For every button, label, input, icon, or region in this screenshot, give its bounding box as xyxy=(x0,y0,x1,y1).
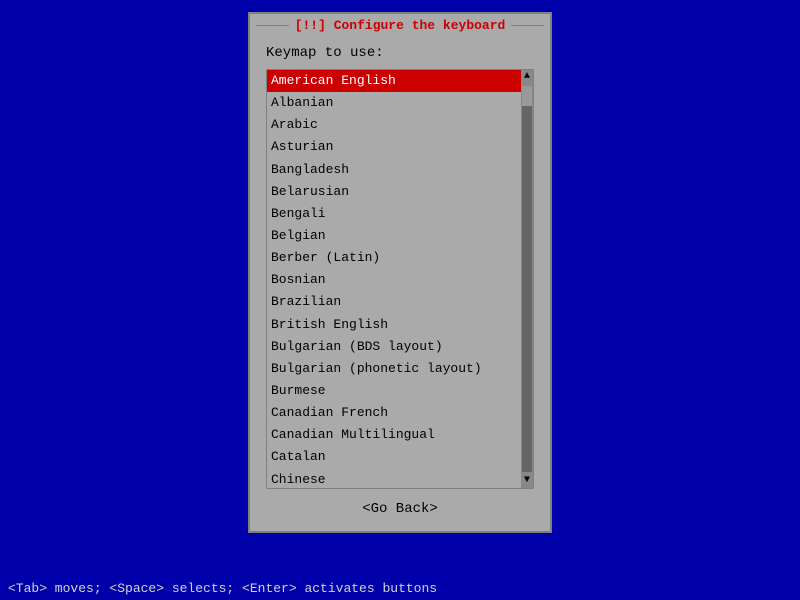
list-item[interactable]: Bangladesh xyxy=(267,159,521,181)
configure-keyboard-dialog: [!!] Configure the keyboard Keymap to us… xyxy=(248,12,552,533)
list-item[interactable]: Bulgarian (phonetic layout) xyxy=(267,358,521,380)
dialog-title: [!!] Configure the keyboard xyxy=(289,18,512,33)
scroll-down-arrow[interactable]: ▼ xyxy=(524,474,530,488)
scrollbar[interactable]: ▲ ▼ xyxy=(521,70,533,488)
list-item[interactable]: American English xyxy=(267,70,521,92)
list-item[interactable]: Arabic xyxy=(267,114,521,136)
scroll-thumb xyxy=(522,86,532,106)
list-item[interactable]: Berber (Latin) xyxy=(267,247,521,269)
scroll-up-arrow[interactable]: ▲ xyxy=(524,70,530,84)
keymap-list-container: American EnglishAlbanianArabicAsturianBa… xyxy=(266,69,534,489)
list-item[interactable]: Canadian Multilingual xyxy=(267,424,521,446)
title-border-left xyxy=(256,25,289,26)
keymap-list[interactable]: American EnglishAlbanianArabicAsturianBa… xyxy=(267,70,521,488)
list-item[interactable]: Catalan xyxy=(267,446,521,468)
list-item[interactable]: Albanian xyxy=(267,92,521,114)
list-item[interactable]: Belarusian xyxy=(267,181,521,203)
list-item[interactable]: Canadian French xyxy=(267,402,521,424)
dialog-content: Keymap to use: American EnglishAlbanianA… xyxy=(250,37,550,531)
list-item[interactable]: Brazilian xyxy=(267,291,521,313)
list-item[interactable]: Chinese xyxy=(267,469,521,488)
keymap-label: Keymap to use: xyxy=(266,45,534,61)
status-bar-text: <Tab> moves; <Space> selects; <Enter> ac… xyxy=(8,581,437,596)
title-border-right xyxy=(511,25,544,26)
list-item[interactable]: Burmese xyxy=(267,380,521,402)
list-item[interactable]: Bosnian xyxy=(267,269,521,291)
list-item[interactable]: Belgian xyxy=(267,225,521,247)
dialog-title-bar: [!!] Configure the keyboard xyxy=(250,14,550,37)
list-item[interactable]: Asturian xyxy=(267,136,521,158)
status-bar: <Tab> moves; <Space> selects; <Enter> ac… xyxy=(0,577,800,600)
go-back-button[interactable]: <Go Back> xyxy=(354,499,446,519)
scroll-track xyxy=(522,86,532,472)
list-item[interactable]: British English xyxy=(267,314,521,336)
list-item[interactable]: Bengali xyxy=(267,203,521,225)
go-back-area: <Go Back> xyxy=(266,499,534,519)
list-item[interactable]: Bulgarian (BDS layout) xyxy=(267,336,521,358)
